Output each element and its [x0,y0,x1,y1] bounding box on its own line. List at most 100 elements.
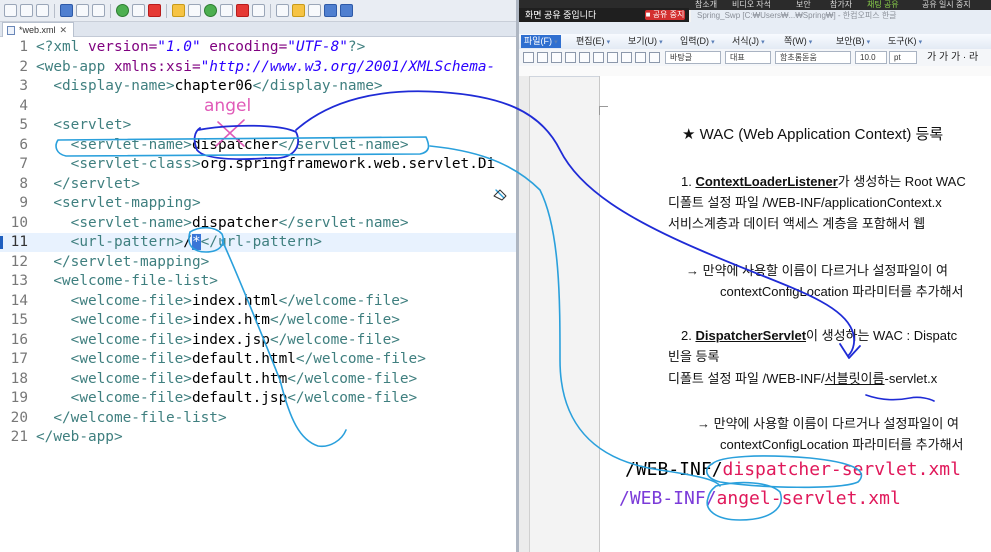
font-select[interactable]: 함초롬돋움 [775,51,851,64]
navigate-forward-icon[interactable] [340,4,353,17]
share-toolbar-item[interactable]: 비디오 자석 [732,0,771,9]
font-size-select[interactable]: 10.0 [855,51,887,64]
stop-share-button[interactable]: ■ 공유 중지 [645,10,685,20]
menu-item[interactable]: 편집(E) ▾ [573,35,613,48]
code-line[interactable]: 3 <display-name>chapter06</display-name> [0,77,516,96]
run-config-icon[interactable] [132,4,145,17]
code-text[interactable]: <welcome-file>default.jsp</welcome-file> [36,389,418,408]
code-text[interactable]: <servlet-name>dispatcher</servlet-name> [36,136,409,155]
code-line[interactable]: 6 <servlet-name>dispatcher</servlet-name… [0,136,516,155]
code-text[interactable]: <welcome-file>index.htm</welcome-file> [36,311,400,330]
external-tools-icon[interactable] [252,4,265,17]
code-text[interactable]: <servlet> [36,116,131,135]
code-text[interactable]: <welcome-file>index.jsp</welcome-file> [36,331,400,350]
redo-icon[interactable] [649,52,660,63]
code-text[interactable]: <web-app xmlns:xsi="http://www.w3.org/20… [36,58,495,77]
handwritten-note-1: /WEB-INF/dispatcher-servlet.xml [625,459,961,480]
code-text[interactable]: <?xml version="1.0" encoding="UTF-8"?> [36,38,365,57]
tab-web-xml[interactable]: *web.xml ✕ [2,22,75,37]
code-line[interactable]: 21 </web-app> [0,428,516,447]
debug-icon[interactable] [60,4,73,17]
new-doc-icon[interactable] [523,52,534,63]
save-icon[interactable] [20,4,33,17]
code-line[interactable]: 11 <url-pattern>/*</url-pattern> [0,233,516,252]
menu-item-label: 도구(K) [888,36,917,46]
style-select[interactable]: 바탕글 [665,51,721,64]
code-text[interactable]: <servlet-mapping> [36,194,200,213]
code-area[interactable]: 1 <?xml version="1.0" encoding="UTF-8"?> 2… [0,38,516,552]
code-line[interactable]: 17 <welcome-file>default.html</welcome-f… [0,350,516,369]
code-line[interactable]: 1 <?xml version="1.0" encoding="UTF-8"?> [0,38,516,57]
menu-item[interactable]: 보기(U) ▾ [625,35,666,48]
navigate-back-icon[interactable] [324,4,337,17]
open-type-icon[interactable] [220,4,233,17]
cut-icon[interactable] [593,52,604,63]
open-folder-icon[interactable] [292,4,305,17]
code-line[interactable]: 19 <welcome-file>default.jsp</welcome-fi… [0,389,516,408]
code-line[interactable]: 15 <welcome-file>index.htm</welcome-file… [0,311,516,330]
run-server-icon[interactable] [204,4,217,17]
code-text[interactable]: </servlet> [36,175,140,194]
code-text[interactable]: <url-pattern>/*</url-pattern> [36,233,322,252]
open-icon[interactable] [537,52,548,63]
menu-item[interactable]: 서식(J) ▾ [729,35,768,48]
save-icon[interactable] [551,52,562,63]
code-text[interactable]: <display-name>chapter06</display-name> [36,77,382,96]
menu-item[interactable]: 파일(F) ▾ [521,35,561,48]
font-size-unit[interactable]: pt [889,51,917,64]
tool-icon[interactable] [236,4,249,17]
code-line[interactable]: 5 <servlet> [0,116,516,135]
code-line[interactable]: 4 [0,97,516,116]
menu-item[interactable]: 쪽(W) ▾ [781,35,815,48]
code-text[interactable]: </web-app> [36,428,123,447]
code-text[interactable]: <welcome-file>index.html</welcome-file> [36,292,409,311]
code-text[interactable]: <welcome-file>default.htm</welcome-file> [36,370,418,389]
share-toolbar-item[interactable]: 참소개 [695,0,717,9]
copy-icon[interactable] [607,52,618,63]
console-icon[interactable] [92,4,105,17]
edit-icon[interactable] [308,4,321,17]
font-language-select[interactable]: 대표 [725,51,771,64]
code-line[interactable]: 8 </servlet> [0,175,516,194]
paste-icon[interactable] [621,52,632,63]
undo-icon[interactable] [635,52,646,63]
line-number: 17 [10,351,28,367]
save-all-icon[interactable] [36,4,49,17]
code-line[interactable]: 9 <servlet-mapping> [0,194,516,213]
code-text[interactable]: <servlet-name>dispatcher</servlet-name> [36,214,409,233]
bold-italic-underline-buttons[interactable]: 가 가 가 · 라 [927,50,978,65]
code-text[interactable]: <servlet-class>org.springframework.web.s… [36,155,496,174]
code-text[interactable]: </welcome-file-list> [36,409,226,428]
stop-icon[interactable] [148,4,161,17]
print-icon[interactable] [565,52,576,63]
new-package-icon[interactable] [172,4,185,17]
document-page[interactable] [599,76,991,552]
search-icon[interactable] [276,4,289,17]
menu-item[interactable]: 보안(B) ▾ [833,35,873,48]
share-toolbar-item[interactable]: 공유 일시 중지 [922,0,971,9]
code-line[interactable]: 16 <welcome-file>index.jsp</welcome-file… [0,331,516,350]
code-text[interactable]: <welcome-file>default.html</welcome-file… [36,350,426,369]
new-file-icon[interactable] [4,4,17,17]
code-line[interactable]: 10 <servlet-name>dispatcher</servlet-nam… [0,214,516,233]
share-toolbar-item[interactable]: 채팅 공유 [867,0,899,9]
run-icon[interactable] [116,4,129,17]
terminal-icon[interactable] [76,4,89,17]
code-text[interactable]: </servlet-mapping> [36,253,209,272]
share-toolbar-item[interactable]: 참가자 [830,0,852,9]
code-line[interactable]: 14 <welcome-file>index.html</welcome-fil… [0,292,516,311]
share-toolbar-item[interactable]: 보안 [796,0,811,9]
new-class-icon[interactable] [188,4,201,17]
menu-item[interactable]: 입력(D) ▾ [677,35,718,48]
code-line[interactable]: 20 </welcome-file-list> [0,409,516,428]
code-line[interactable]: 13 <welcome-file-list> [0,272,516,291]
line-number: 6 [19,136,28,153]
code-line[interactable]: 2 <web-app xmlns:xsi="http://www.w3.org/2… [0,58,516,77]
close-icon[interactable]: ✕ [60,25,68,36]
code-text[interactable]: <welcome-file-list> [36,272,218,291]
code-line[interactable]: 7 <servlet-class>org.springframework.web… [0,155,516,174]
code-line[interactable]: 12 </servlet-mapping> [0,253,516,272]
preview-icon[interactable] [579,52,590,63]
menu-item[interactable]: 도구(K) ▾ [885,35,925,48]
code-line[interactable]: 18 <welcome-file>default.htm</welcome-fi… [0,370,516,389]
